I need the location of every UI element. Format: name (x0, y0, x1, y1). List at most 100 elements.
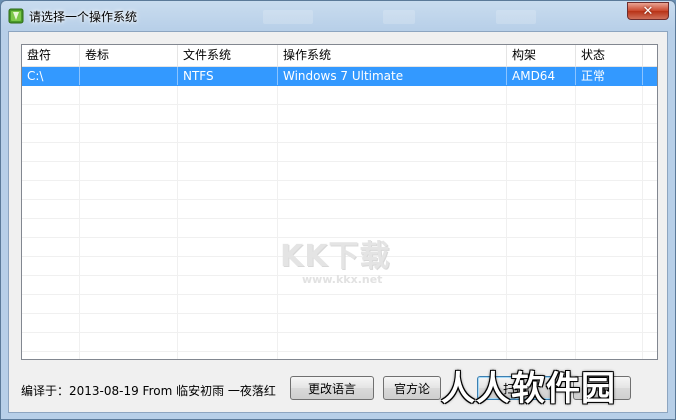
empty-cell (576, 352, 643, 359)
empty-cell (507, 333, 576, 351)
empty-cell (178, 219, 278, 237)
empty-cell (278, 219, 507, 237)
empty-cell (80, 219, 178, 237)
empty-cell (507, 257, 576, 275)
empty-cell (80, 143, 178, 161)
empty-cell (576, 143, 643, 161)
empty-cell (278, 143, 507, 161)
close-button[interactable]: ✕ (627, 2, 669, 20)
cell-os: Windows 7 Ultimate (278, 67, 507, 85)
empty-cell (507, 352, 576, 359)
empty-cell (507, 143, 576, 161)
empty-cell (576, 257, 643, 275)
column-header-status[interactable]: 状态 (576, 45, 643, 66)
empty-cell (178, 276, 278, 294)
empty-cell (278, 276, 507, 294)
list-header: 盘符 卷标 文件系统 操作系统 构架 状态 (22, 45, 657, 67)
empty-cell (278, 105, 507, 123)
empty-row (22, 333, 657, 352)
os-list[interactable]: 盘符 卷标 文件系统 操作系统 构架 状态 C:\ NTFS Windows 7… (21, 44, 658, 360)
empty-cell (178, 314, 278, 332)
list-rows: C:\ NTFS Windows 7 Ultimate AMD64 正常 (22, 67, 657, 359)
title-bar[interactable]: 请选择一个操作系统 ✕ (1, 1, 675, 31)
empty-cell (507, 219, 576, 237)
empty-cell (278, 200, 507, 218)
empty-cell (178, 124, 278, 142)
empty-cell (22, 143, 80, 161)
empty-cell (178, 162, 278, 180)
empty-cell (80, 200, 178, 218)
cell-status: 正常 (576, 67, 643, 85)
empty-cell (22, 124, 80, 142)
empty-cell (576, 276, 643, 294)
empty-cell (178, 295, 278, 313)
empty-cell (80, 238, 178, 256)
blurred-background-text (496, 10, 536, 24)
empty-cell (80, 295, 178, 313)
empty-cell (278, 257, 507, 275)
empty-cell (278, 181, 507, 199)
empty-cell (80, 352, 178, 359)
empty-cell (22, 238, 80, 256)
empty-cell (278, 352, 507, 359)
column-header-os[interactable]: 操作系统 (278, 45, 507, 66)
empty-cell (80, 314, 178, 332)
empty-cell (80, 257, 178, 275)
empty-cell (80, 105, 178, 123)
empty-cell (80, 333, 178, 351)
empty-cell (178, 333, 278, 351)
empty-row (22, 295, 657, 314)
empty-cell (576, 295, 643, 313)
empty-cell (22, 200, 80, 218)
empty-row (22, 314, 657, 333)
empty-cell (22, 314, 80, 332)
column-header-label[interactable]: 卷标 (80, 45, 178, 66)
compile-info: 编译于：2013-08-19 From 临安初雨 一夜落红 (21, 384, 276, 398)
change-language-button[interactable]: 更改语言 (290, 376, 374, 400)
empty-cell (22, 333, 80, 351)
cell-filesystem: NTFS (178, 67, 278, 85)
empty-row (22, 257, 657, 276)
column-header-filesystem[interactable]: 文件系统 (178, 45, 278, 66)
empty-row (22, 162, 657, 181)
empty-row (22, 86, 657, 105)
column-header-arch[interactable]: 构架 (507, 45, 576, 66)
empty-cell (507, 295, 576, 313)
empty-cell (576, 200, 643, 218)
empty-row (22, 181, 657, 200)
empty-cell (22, 257, 80, 275)
empty-cell (278, 162, 507, 180)
empty-cell (178, 200, 278, 218)
empty-cell (80, 276, 178, 294)
empty-cell (22, 162, 80, 180)
empty-cell (507, 276, 576, 294)
corner-watermark-logo: 人人软件园 (441, 369, 616, 409)
empty-cell (278, 295, 507, 313)
dialog-body: 盘符 卷标 文件系统 操作系统 构架 状态 C:\ NTFS Windows 7… (8, 31, 668, 413)
table-row-selected[interactable]: C:\ NTFS Windows 7 Ultimate AMD64 正常 (22, 67, 657, 86)
empty-cell (278, 314, 507, 332)
empty-row (22, 200, 657, 219)
official-forum-button[interactable]: 官方论 (383, 376, 441, 400)
empty-cell (278, 86, 507, 104)
empty-cell (576, 124, 643, 142)
empty-cell (178, 143, 278, 161)
dialog-window: 请选择一个操作系统 ✕ 盘符 卷标 文件系统 操作系统 构架 状态 C:\ NT… (0, 0, 676, 420)
empty-cell (22, 86, 80, 104)
empty-cell (22, 352, 80, 359)
empty-cell (178, 105, 278, 123)
empty-cell (80, 124, 178, 142)
empty-cell (178, 257, 278, 275)
empty-cell (22, 276, 80, 294)
empty-cell (507, 181, 576, 199)
empty-cell (507, 162, 576, 180)
empty-cell (576, 105, 643, 123)
empty-row (22, 124, 657, 143)
empty-row (22, 105, 657, 124)
empty-cell (22, 295, 80, 313)
empty-row (22, 352, 657, 359)
cell-drive: C:\ (22, 67, 80, 85)
column-header-drive[interactable]: 盘符 (22, 45, 80, 66)
empty-cell (178, 86, 278, 104)
empty-cell (576, 162, 643, 180)
